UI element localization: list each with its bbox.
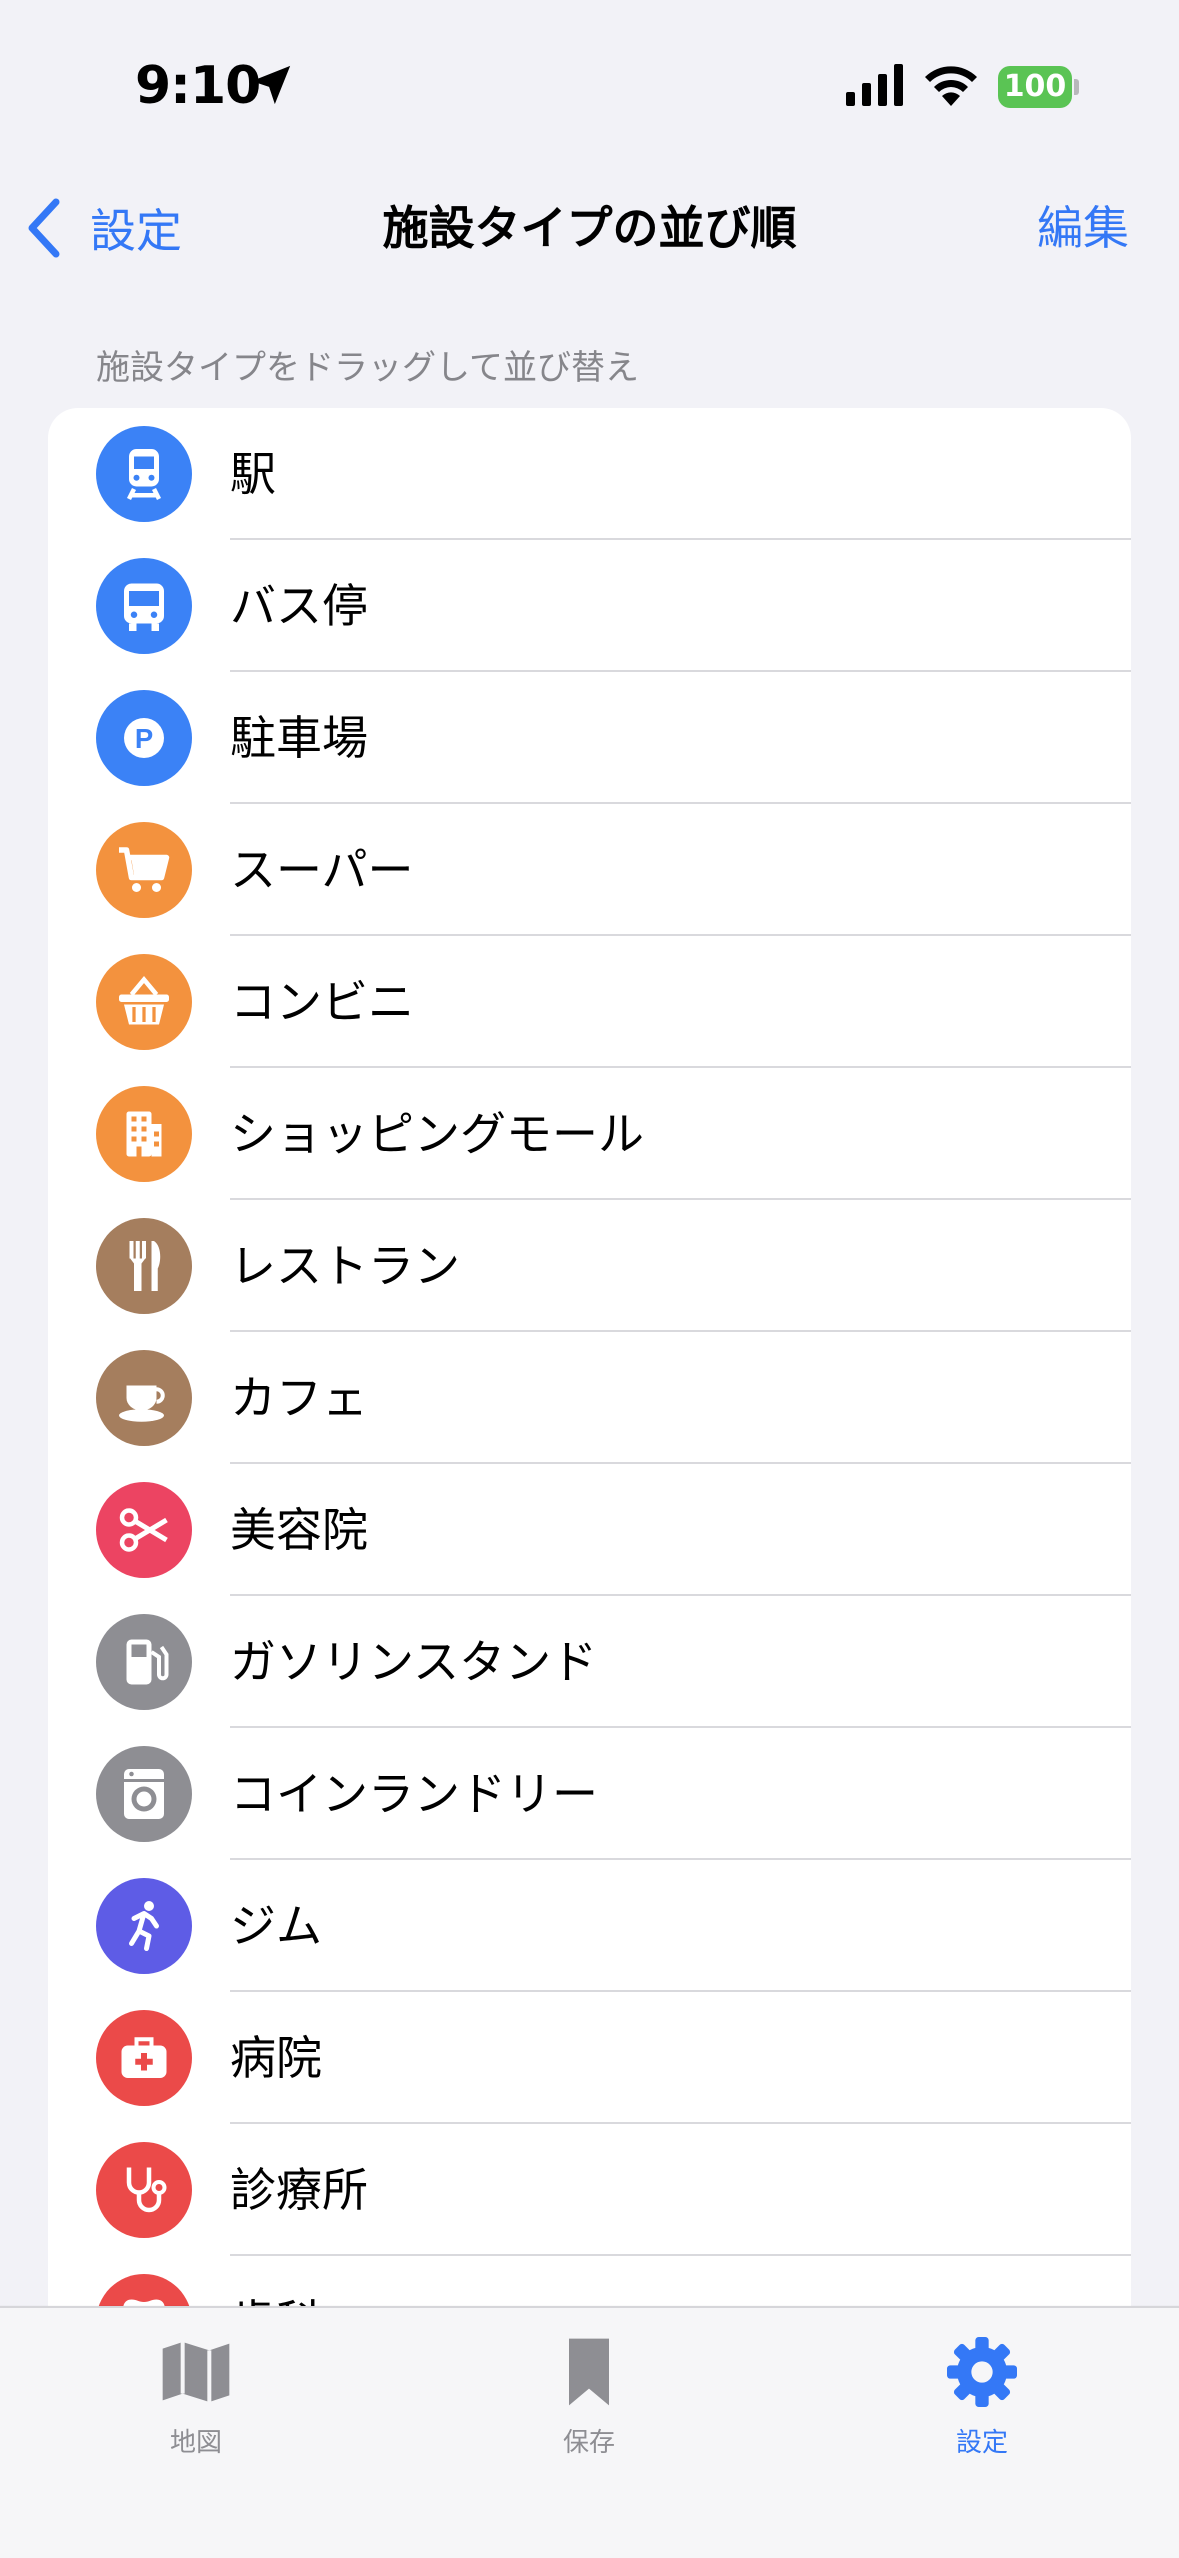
- list-item-label: スーパー: [230, 843, 414, 897]
- list-item[interactable]: 駅: [48, 408, 1131, 540]
- cellular-signal-icon: [846, 64, 903, 106]
- tab-settings[interactable]: 設定: [872, 2332, 1092, 2459]
- list-item-label: 病院: [230, 2031, 322, 2085]
- navigation-bar: 設定 施設タイプの並び順 編集: [0, 170, 1179, 280]
- tab-settings-label: 設定: [955, 2428, 1008, 2458]
- list-item[interactable]: バス停: [48, 540, 1131, 672]
- runner-icon: [96, 1878, 192, 1974]
- tab-map[interactable]: 地図: [86, 2332, 306, 2459]
- list-item-label: カフェ: [230, 1371, 368, 1425]
- cup-icon: [96, 1350, 192, 1446]
- tab-saved[interactable]: 保存: [479, 2332, 699, 2459]
- battery-cap: [1074, 79, 1079, 95]
- list-item[interactable]: ショッピングモール: [48, 1068, 1131, 1200]
- stethoscope-icon: [96, 2142, 192, 2238]
- edit-button[interactable]: 編集: [1037, 196, 1129, 260]
- list-item[interactable]: P 駐車場: [48, 672, 1131, 804]
- battery-indicator: 100: [998, 66, 1079, 108]
- list-item-label: 駅: [230, 447, 276, 501]
- list-item[interactable]: 美容院: [48, 1464, 1131, 1596]
- list-item-label: 美容院: [230, 1503, 368, 1557]
- list-item[interactable]: ガソリンスタンド: [48, 1596, 1131, 1728]
- facility-type-list: 駅 バス停 P 駐車場 スーパー コンビニ ショッピングモール レストラン カフ…: [48, 408, 1131, 2408]
- page-title: 施設タイプの並び順: [382, 201, 797, 255]
- list-item-label: コインランドリー: [230, 1767, 598, 1821]
- list-item[interactable]: 診療所: [48, 2124, 1131, 2256]
- list-item-label: ガソリンスタンド: [230, 1635, 598, 1689]
- svg-text:P: P: [135, 723, 153, 754]
- battery-level: 100: [998, 66, 1072, 108]
- list-item-label: レストラン: [230, 1239, 460, 1293]
- list-item-label: 診療所: [230, 2163, 368, 2217]
- tab-map-label: 地図: [169, 2428, 222, 2458]
- list-item[interactable]: スーパー: [48, 804, 1131, 936]
- fuel-pump-icon: [96, 1614, 192, 1710]
- tab-saved-label: 保存: [562, 2428, 615, 2458]
- medical-bag-icon: [96, 2010, 192, 2106]
- cart-icon: [96, 822, 192, 918]
- list-item[interactable]: レストラン: [48, 1200, 1131, 1332]
- gear-icon: [947, 2337, 1017, 2407]
- list-item[interactable]: 病院: [48, 1992, 1131, 2124]
- bus-icon: [96, 558, 192, 654]
- list-item-label: ショッピングモール: [230, 1107, 644, 1161]
- status-bar: 9:10 100: [0, 0, 1179, 170]
- map-icon: [162, 2342, 230, 2402]
- list-item[interactable]: カフェ: [48, 1332, 1131, 1464]
- washer-icon: [96, 1746, 192, 1842]
- list-item-label: ジム: [230, 1899, 322, 1953]
- list-item-label: コンビニ: [230, 975, 414, 1029]
- building-icon: [96, 1086, 192, 1182]
- tab-bar: 地図 保存 設定: [0, 2306, 1179, 2558]
- list-item[interactable]: コンビニ: [48, 936, 1131, 1068]
- basket-icon: [96, 954, 192, 1050]
- bookmark-icon: [569, 2338, 609, 2406]
- wifi-icon: [925, 66, 977, 106]
- location-arrow-icon: [251, 65, 291, 105]
- section-header: 施設タイプをドラッグして並び替え: [96, 348, 639, 388]
- list-item[interactable]: ジム: [48, 1860, 1131, 1992]
- fork-knife-icon: [96, 1218, 192, 1314]
- status-time: 9:10: [135, 56, 261, 116]
- scissors-icon: [96, 1482, 192, 1578]
- list-item[interactable]: コインランドリー: [48, 1728, 1131, 1860]
- list-item-label: 駐車場: [230, 711, 368, 765]
- list-item-label: バス停: [230, 579, 368, 633]
- train-icon: [96, 426, 192, 522]
- parking-icon: P: [96, 690, 192, 786]
